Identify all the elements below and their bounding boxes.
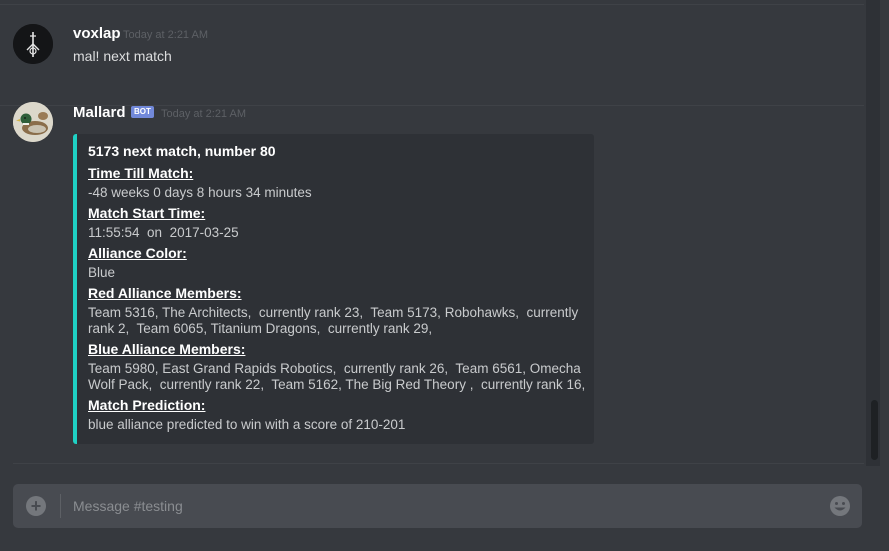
top-divider bbox=[0, 4, 864, 5]
embed-field-name: Red Alliance Members: bbox=[88, 285, 242, 301]
embed-field-name: Blue Alliance Members: bbox=[88, 341, 246, 357]
embed-field-value: Team 5316, The Architects, currently ran… bbox=[88, 305, 578, 337]
message-divider bbox=[0, 105, 864, 106]
embed-field-line: blue alliance predicted to win with a sc… bbox=[88, 417, 406, 432]
embed-field-value: blue alliance predicted to win with a sc… bbox=[88, 417, 578, 433]
embed-title: 5173 next match, number 80 bbox=[88, 143, 276, 159]
embed-field-name: Match Start Time: bbox=[88, 205, 206, 221]
composer-divider bbox=[13, 463, 864, 464]
bot-avatar[interactable] bbox=[13, 102, 53, 142]
scrollbar-track[interactable] bbox=[866, 0, 880, 466]
bot-tag: BOT bbox=[131, 106, 154, 118]
smiley-emoji-icon[interactable] bbox=[829, 495, 851, 517]
embed-field-line: -48 weeks 0 days 8 hours 34 minutes bbox=[88, 185, 312, 200]
message-text: mal! next match bbox=[73, 48, 172, 64]
message-timestamp: Today at 2:21 AM bbox=[123, 29, 208, 41]
scrollbar-thumb[interactable] bbox=[871, 400, 878, 460]
embed-field-value: 11:55:54 on 2017-03-25 bbox=[88, 225, 578, 241]
embed-field-name: Time Till Match: bbox=[88, 165, 194, 181]
embed-field-name: Match Prediction: bbox=[88, 397, 206, 413]
message-input[interactable] bbox=[73, 484, 813, 528]
embed-field-line: Team 5316, The Architects, currently ran… bbox=[88, 305, 579, 320]
message-timestamp: Today at 2:21 AM bbox=[161, 108, 246, 120]
embed-field-line: rank 2, Team 6065, Titanium Dragons, cur… bbox=[88, 321, 433, 336]
embed-field-value: Team 5980, East Grand Rapids Robotics, c… bbox=[88, 361, 586, 393]
username[interactable]: Mallard bbox=[73, 104, 126, 121]
embed-field-line: 11:55:54 on 2017-03-25 bbox=[88, 225, 239, 240]
embed-field-line: Team 5980, East Grand Rapids Robotics, c… bbox=[88, 361, 581, 376]
plus-circle-icon[interactable]: + bbox=[26, 496, 46, 516]
embed-field-value: -48 weeks 0 days 8 hours 34 minutes bbox=[88, 185, 578, 201]
embed-field-value: Blue bbox=[88, 265, 578, 281]
embed-field-line: Wolf Pack, currently rank 22, Team 5162,… bbox=[88, 377, 586, 392]
embed-field-name: Alliance Color: bbox=[88, 245, 187, 261]
embed-field-line: Blue bbox=[88, 265, 116, 280]
user-avatar[interactable] bbox=[13, 24, 53, 64]
duck-avatar-icon bbox=[13, 102, 53, 142]
composer-separator bbox=[60, 494, 61, 518]
embed-content: 5173 next match, number 80 Time Till Mat… bbox=[88, 143, 586, 437]
rich-embed: 5173 next match, number 80 Time Till Mat… bbox=[73, 134, 594, 444]
black-figure-avatar-icon bbox=[13, 24, 53, 64]
username[interactable]: voxlap bbox=[73, 25, 121, 42]
message-composer: + bbox=[13, 484, 862, 528]
